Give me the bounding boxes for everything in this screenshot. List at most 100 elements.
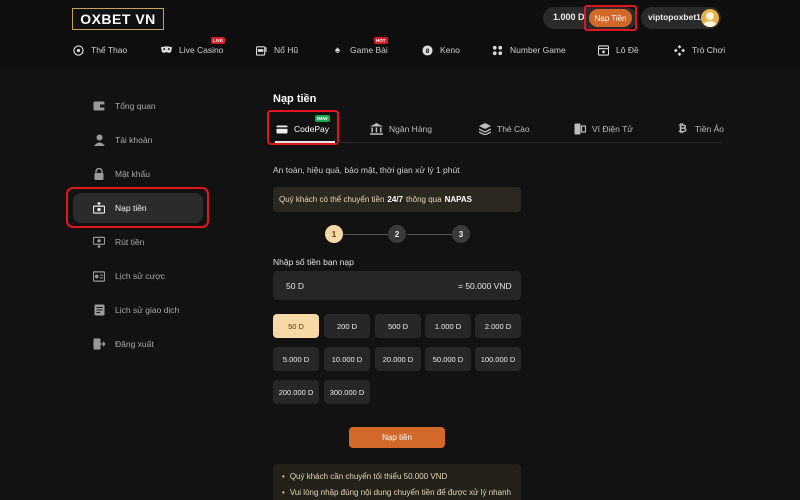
- nav-item-keno[interactable]: 8 Keno: [422, 43, 460, 57]
- user-icon: [93, 134, 105, 146]
- step-connector: [343, 234, 388, 235]
- sidebar-item-rut-tien[interactable]: Rút tiền: [93, 234, 144, 250]
- slot-machine-icon: [256, 45, 267, 56]
- sidebar-label: Tài khoản: [115, 135, 153, 145]
- amount-chip[interactable]: 200 D: [324, 314, 370, 338]
- deposit-icon: [93, 202, 105, 214]
- sidebar-label: Mật khẩu: [115, 169, 150, 179]
- sidebar-label: Rút tiền: [115, 237, 145, 247]
- bitcoin-icon: ₿: [678, 123, 687, 135]
- nav-label: Keno: [440, 45, 460, 55]
- nav-item-live-casino[interactable]: Live Casino LIVE: [161, 37, 226, 57]
- sidebar-item-nap-tien[interactable]: Nạp tiền: [93, 200, 147, 216]
- amount-chip[interactable]: 500 D: [375, 314, 421, 338]
- tab-label: Ngân Hàng: [389, 124, 433, 134]
- gamepad-icon: [674, 44, 685, 56]
- nav-label: Live Casino: [179, 45, 224, 55]
- lock-icon: [93, 168, 105, 180]
- submit-deposit-button[interactable]: Nạp tiền: [349, 427, 445, 448]
- sidebar-item-tong-quan[interactable]: Tổng quan: [93, 98, 156, 114]
- step-2: 2: [388, 225, 406, 243]
- mask-icon: [161, 45, 172, 56]
- notice-text: Quý khách có thể chuyển tiền: [279, 195, 385, 204]
- transaction-history-icon: [93, 304, 105, 316]
- tab-the-cao[interactable]: Thẻ Cào: [478, 122, 530, 136]
- info-line-2: Vui lòng nhập đúng nội dung chuyển tiền …: [282, 488, 511, 497]
- nav-item-no-hu[interactable]: Nổ Hũ: [256, 43, 298, 57]
- tab-label: Ví Điện Tử: [592, 124, 633, 134]
- nav-item-the-thao[interactable]: Thể Thao: [73, 43, 127, 57]
- napas-notice: Quý khách có thể chuyển tiền 24/7 thông …: [273, 187, 521, 212]
- amount-chip[interactable]: 5.000 D: [273, 347, 319, 371]
- sidebar-item-mat-khau[interactable]: Mật khẩu: [93, 166, 150, 182]
- logout-icon: [93, 338, 105, 350]
- sidebar-item-lich-su-cuoc[interactable]: Lịch sử cược: [93, 268, 165, 284]
- lottery-icon: [598, 44, 609, 56]
- svg-text:8: 8: [426, 47, 430, 54]
- sidebar-item-dang-xuat[interactable]: Đăng xuất: [93, 336, 154, 352]
- tab-label: Thẻ Cào: [497, 124, 530, 134]
- sidebar-label: Nạp tiền: [115, 203, 147, 213]
- sidebar-label: Đăng xuất: [115, 339, 154, 349]
- soccer-ball-icon: [73, 44, 84, 56]
- balance-value: 1.000 D: [553, 12, 585, 22]
- tab-vi-dien-tu[interactable]: Ví Điện Tử: [573, 122, 633, 136]
- amount-label: Nhập số tiền bạn nạp: [273, 257, 354, 267]
- step-1: 1: [325, 225, 343, 243]
- hot-badge: HOT: [374, 37, 388, 44]
- number-game-icon: [492, 45, 503, 56]
- nav-item-game-bai[interactable]: ♠ Game Bài HOT: [332, 37, 388, 57]
- amount-value: 50 D: [286, 281, 304, 291]
- nav-label: Number Game: [510, 45, 566, 55]
- sidebar-item-lich-su-giao-dich[interactable]: Lịch sử giao dịch: [93, 302, 179, 318]
- tab-tien-ao[interactable]: ₿ Tiền Ảo: [676, 122, 724, 136]
- amount-chip[interactable]: 1.000 D: [425, 314, 471, 338]
- nav-item-tro-choi[interactable]: Trò Chơi: [674, 43, 725, 57]
- tab-label: Tiền Ảo: [695, 124, 724, 134]
- bank-icon: [370, 123, 383, 135]
- tab-label: CodePay: [294, 124, 329, 134]
- tab-codepay[interactable]: CodePay: [275, 122, 329, 136]
- nav-item-lo-de[interactable]: Lô Đề: [598, 43, 639, 57]
- withdraw-icon: [93, 236, 105, 248]
- logo[interactable]: OXBET VN: [72, 8, 164, 30]
- sidebar-label: Lịch sử giao dịch: [115, 305, 180, 315]
- step-3: 3: [452, 225, 470, 243]
- info-line-1: Quý khách cần chuyển tối thiểu 50.000 VN…: [282, 472, 447, 481]
- nav-label: Nổ Hũ: [274, 45, 299, 55]
- amount-chip[interactable]: 2.000 D: [475, 314, 521, 338]
- header-deposit-button[interactable]: Nạp Tiền: [589, 9, 632, 27]
- amount-chip[interactable]: 300.000 D: [324, 380, 370, 404]
- nav-label: Trò Chơi: [692, 45, 726, 55]
- bet-history-icon: [93, 270, 105, 282]
- amount-chip[interactable]: 20.000 D: [375, 347, 421, 371]
- nav-label: Lô Đề: [616, 45, 639, 55]
- nav-item-number-game[interactable]: Number Game: [492, 43, 566, 57]
- active-tab-underline: [275, 141, 335, 143]
- e-wallet-icon: [573, 123, 586, 135]
- amount-chip[interactable]: 10.000 D: [324, 347, 370, 371]
- amount-chip[interactable]: 200.000 D: [273, 380, 319, 404]
- keno-ball-icon: 8: [422, 44, 433, 56]
- wallet-icon: [93, 100, 105, 112]
- step-connector: [407, 234, 452, 235]
- avatar[interactable]: [701, 9, 719, 27]
- nav-label: Game Bài: [350, 45, 388, 55]
- amount-chip[interactable]: 50.000 D: [425, 347, 471, 371]
- amount-chip[interactable]: 100.000 D: [475, 347, 521, 371]
- sidebar-item-tai-khoan[interactable]: Tài khoản: [93, 132, 152, 148]
- spade-icon: ♠: [334, 44, 341, 56]
- nav-label: Thể Thao: [91, 45, 128, 55]
- page-title: Nạp tiền: [273, 93, 317, 105]
- tab-ngan-hang[interactable]: Ngân Hàng: [370, 122, 432, 136]
- live-badge: LIVE: [211, 37, 226, 44]
- amount-chip-selected[interactable]: 50 D: [273, 314, 319, 338]
- username: viptopoxbet1: [648, 12, 701, 22]
- subtitle: An toàn, hiệu quả, bảo mật, thời gian xử…: [273, 165, 460, 175]
- notice-bold-24-7: 24/7: [387, 195, 403, 204]
- scratch-card-icon: [478, 123, 491, 135]
- sidebar-label: Tổng quan: [115, 101, 156, 111]
- sidebar-label: Lịch sử cược: [115, 271, 166, 281]
- card-icon: [275, 123, 288, 135]
- notice-bold-napas: NAPAS: [444, 195, 472, 204]
